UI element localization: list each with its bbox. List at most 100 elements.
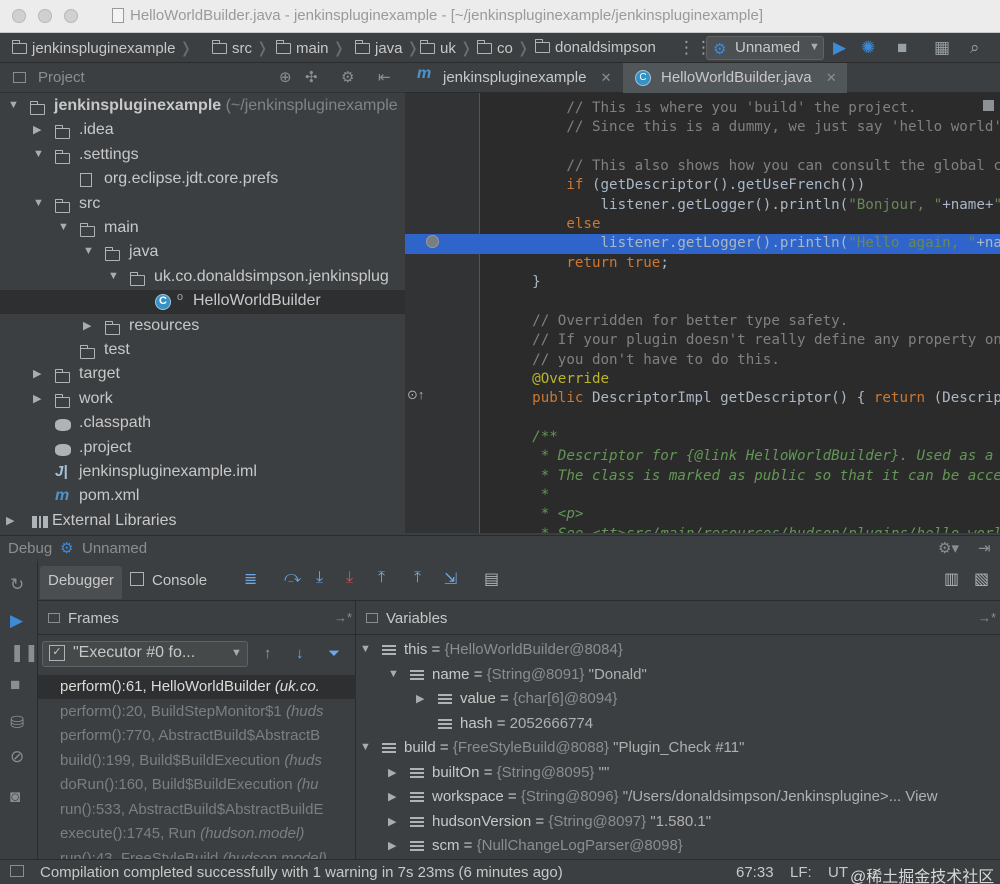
code-line[interactable]: * See <tt>src/main/resources/hudson/plug… [405,525,1000,533]
run-to-cursor-icon[interactable]: ⇲ [444,569,457,589]
show-execution-point-icon[interactable]: ≣ [244,569,257,589]
camera-icon[interactable]: ◙ [10,787,20,807]
pin-icon[interactable]: →* [978,610,996,625]
chevron-down-icon[interactable]: ▼ [388,668,399,680]
tree-item[interactable]: ▶ External Libraries [0,510,405,534]
step-over-icon[interactable]: ⤼ [284,569,301,587]
rerun-icon[interactable]: ↻ [10,575,24,595]
thread-select[interactable]: ✓ "Executor #0 fo... ▼ [42,641,248,667]
step-into-icon[interactable]: ⤓ [316,569,323,587]
tab-console[interactable]: Console [124,566,215,599]
tree-item[interactable]: ▶ resources [0,315,405,339]
code-line[interactable]: // Since this is a dummy, we just say 'h… [405,118,1000,137]
close-window-button[interactable] [12,9,26,23]
tree-item[interactable]: m pom.xml [0,485,405,509]
tree-item[interactable]: ▶ work [0,388,405,412]
code-line[interactable]: listener.getLogger().println("Bonjour, "… [405,196,1000,215]
line-separator[interactable]: LF: [790,864,812,881]
collapse-icon[interactable]: ✣ [305,68,318,86]
code-line[interactable]: /** [405,428,1000,447]
code-line[interactable]: public DescriptorImpl getDescriptor() { … [405,389,1000,408]
code-line[interactable] [405,409,1000,428]
evaluate-expression-icon[interactable]: ▤ [484,569,499,589]
code-line[interactable]: * <p> [405,505,1000,524]
variable-row[interactable]: ▼ this = {HelloWorldBuilder@8084} [356,639,1000,663]
debug-icon[interactable]: ✺ [861,38,875,58]
chevron-down-icon[interactable]: ▼ [360,643,371,655]
code-line[interactable]: if (getDescriptor().getUseFrench()) [405,176,1000,195]
pause-icon[interactable]: ❚❚ [10,643,39,663]
drop-frame-icon[interactable]: ⤒ [414,569,421,587]
override-icon[interactable]: ⊙↑ [407,387,424,403]
chevron-down-icon[interactable]: ▼ [33,148,44,160]
run-icon[interactable]: ▶ [833,38,846,58]
chevron-right-icon[interactable]: ▶ [388,790,396,803]
tree-item[interactable]: ▼ java [0,241,405,265]
settings-icon[interactable]: ⚙ [341,68,354,86]
tree-item[interactable]: Cᵒ HelloWorldBuilder [0,290,405,315]
chevron-down-icon[interactable]: ▼ [58,221,69,233]
chevron-down-icon[interactable]: ▼ [83,245,94,257]
chevron-right-icon[interactable]: ▶ [83,319,91,332]
code-line[interactable]: // This also shows how you can consult t… [405,157,1000,176]
search-icon[interactable]: ⌕ [970,38,980,58]
code-line[interactable]: } [405,273,1000,292]
chevron-down-icon[interactable]: ▼ [8,99,19,111]
chevron-right-icon[interactable]: ▶ [33,392,41,405]
code-line[interactable]: * The class is marked as public so that … [405,467,1000,486]
chevron-right-icon[interactable]: ▶ [6,514,14,527]
caret-position[interactable]: 67:33 [736,864,774,881]
stack-frame[interactable]: build():199, Build$BuildExecution (huds [38,749,356,773]
breadcrumb-item[interactable]: jenkinspluginexample ❭ [11,39,192,57]
breadcrumb-item[interactable]: src ❭ [211,39,269,57]
code-line[interactable]: // you don't have to do this. [405,351,1000,370]
code-line[interactable]: @Override [405,370,1000,389]
stack-frame[interactable]: perform():61, HelloWorldBuilder (uk.co. [38,675,356,699]
code-line[interactable]: // If your plugin doesn't really define … [405,331,1000,350]
tab-debugger[interactable]: Debugger [40,566,122,599]
chevron-down-icon[interactable]: ▼ [108,270,119,282]
code-editor[interactable]: // This is where you 'build' the project… [405,93,1000,533]
breadcrumb-item[interactable]: co ❭ [476,39,529,57]
layout-settings-icon[interactable]: ▧ [974,569,989,589]
tree-item[interactable]: .classpath [0,412,405,436]
tree-item[interactable]: ▶ target [0,363,405,387]
close-tab-icon[interactable]: ✕ [826,70,837,85]
run-configuration-select[interactable]: ⚙ Unnamed ▼ [706,36,824,60]
tree-item[interactable]: ▶ .idea [0,119,405,143]
stack-frame[interactable]: doRun():160, Build$BuildExecution (hu [38,773,356,797]
chevron-down-icon[interactable]: ▼ [360,741,371,753]
tree-item[interactable]: ▼ uk.co.donaldsimpson.jenkinsplug [0,266,405,290]
tree-item[interactable]: ▼ main [0,217,405,241]
chevron-right-icon[interactable]: ▶ [388,766,396,779]
frame-down-icon[interactable]: ↓ [296,645,304,662]
breadcrumb-item[interactable]: uk ❭ [419,39,472,57]
stack-frame[interactable]: run():533, AbstractBuild$AbstractBuildE [38,798,356,822]
settings-icon[interactable]: ⚙▾ [938,539,959,557]
frame-up-icon[interactable]: ↑ [264,645,272,662]
tab-helloworldbuilder[interactable]: C HelloWorldBuilder.java ✕ [623,63,847,93]
tree-item[interactable]: .project [0,437,405,461]
project-panel-title[interactable]: Project [38,69,85,86]
variable-row[interactable]: ▼ build = {FreeStyleBuild@8088} "Plugin_C… [356,737,1000,761]
locate-icon[interactable]: ⊕ [279,68,292,86]
minimize-window-button[interactable] [38,9,52,23]
variable-row[interactable]: ▶ workspace = {String@8096} "/Users/donal… [356,786,1000,810]
stop-icon[interactable]: ■ [897,38,907,58]
variable-row[interactable]: ▼ name = {String@8091} "Donald" [356,664,1000,688]
code-line[interactable]: // This is where you 'build' the project… [405,99,1000,118]
resume-icon[interactable]: ▶ [10,611,23,631]
restore-layout-icon[interactable]: ▥ [944,569,959,589]
chevron-right-icon[interactable]: ▶ [388,815,396,828]
panel-toggle-icon[interactable] [10,865,24,877]
step-out-icon[interactable]: ⤒ [378,569,385,587]
variable-row[interactable]: hash = 2052666774 [356,713,1000,737]
variable-row[interactable]: ▶ hudsonVersion = {String@8097} "1.580.1" [356,811,1000,835]
file-encoding[interactable]: UT [828,864,848,881]
chevron-right-icon[interactable]: ▶ [33,123,41,136]
code-line[interactable]: * [405,486,1000,505]
status-message[interactable]: Compilation completed successfully with … [40,864,563,881]
view-breakpoints-icon[interactable]: ⛁ [10,713,24,733]
variable-row[interactable]: ▶ builtOn = {String@8095} "" [356,762,1000,786]
mute-breakpoints-icon[interactable]: ⊘ [10,747,24,767]
